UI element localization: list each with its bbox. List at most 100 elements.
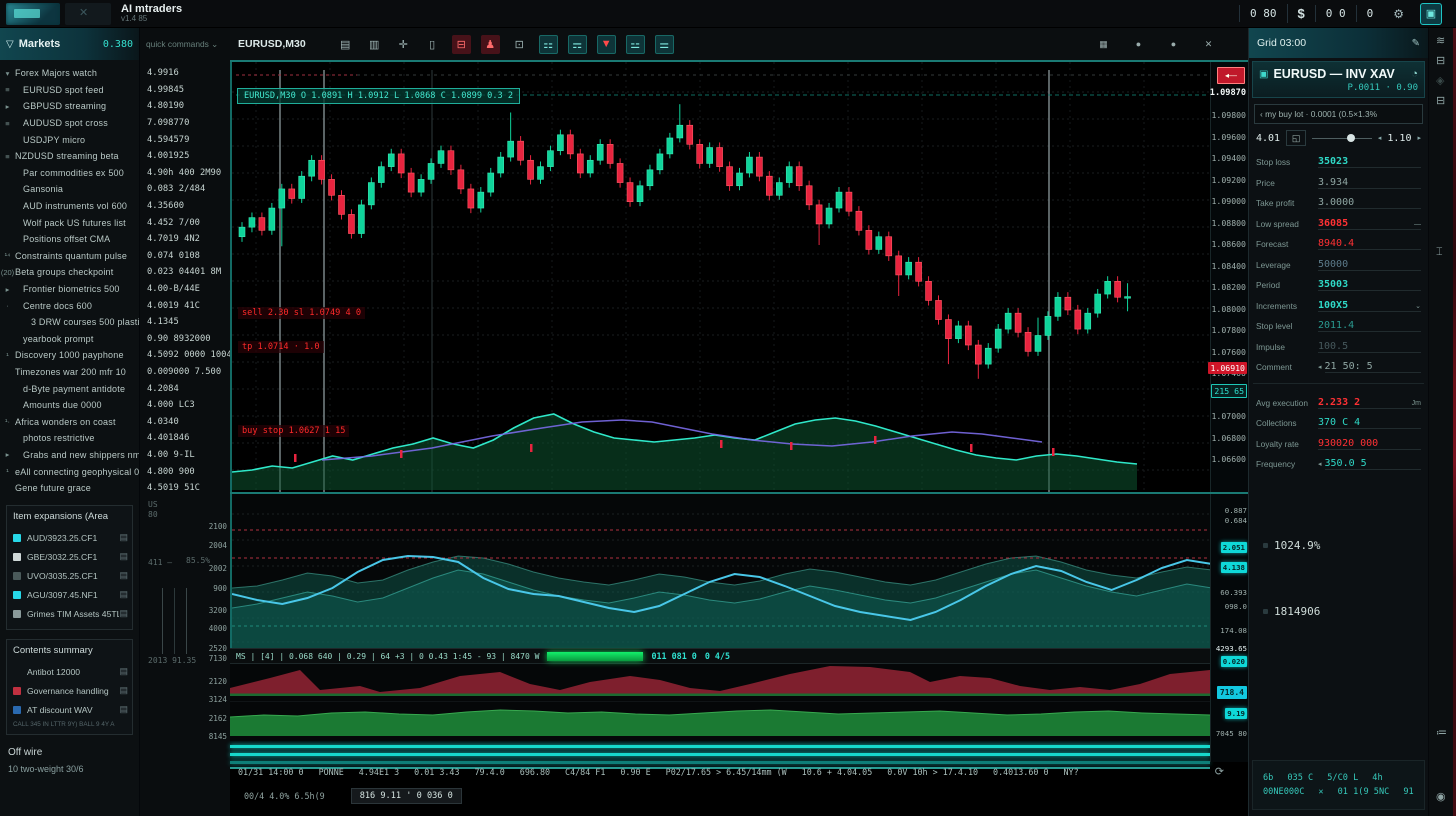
sidebar-header[interactable]: ▽ Markets 0.380 — [0, 28, 139, 60]
symbol-row[interactable]: ·Centre docs 600 — [0, 297, 139, 314]
close-icon[interactable]: ✕ — [1199, 35, 1218, 54]
position-item[interactable]: Antibot 12000▤ — [13, 662, 128, 681]
layers-icon[interactable]: ≋ — [1436, 34, 1445, 47]
minimize-icon[interactable]: ● — [1129, 35, 1148, 54]
objects-icon[interactable]: ⚍ — [626, 35, 645, 54]
panel-toggle-button[interactable]: ▣ — [1420, 3, 1442, 25]
position-item[interactable]: Governance handling▤ — [13, 681, 128, 700]
trade-alert-icon[interactable]: ♟ — [481, 35, 500, 54]
order-field-row[interactable]: Frequency◂350.0 5 — [1256, 454, 1421, 475]
alerts-icon[interactable]: ▼ — [597, 35, 616, 54]
position-item[interactable]: Grimes TIM Assets 45TL▤ — [13, 604, 128, 623]
new-order-icon[interactable]: ▯ — [423, 35, 442, 54]
symbol-row[interactable]: photos restrictive — [0, 430, 139, 447]
order-comment-input[interactable]: ‹ my buy lot · 0.0001 (0.5×1.3% — [1254, 104, 1423, 124]
order-field-row[interactable]: Low spread36085— — [1256, 214, 1421, 235]
symbol-row[interactable]: ¹⁴Constraints quantum pulse — [0, 248, 139, 265]
order-field-row[interactable]: Increments100X5⌄ — [1256, 296, 1421, 317]
order-field-row[interactable]: Comment◂21 50: 5 — [1256, 357, 1421, 378]
volume-delta-panel[interactable] — [230, 664, 1210, 696]
order-field-row[interactable]: Impulse100.5 — [1256, 337, 1421, 358]
print-icon[interactable]: ▤ — [119, 532, 128, 543]
order-field-row[interactable]: Collections370 C 4 — [1256, 413, 1421, 434]
symbol-row[interactable]: ¹Discovery 1000 payphone — [0, 347, 139, 364]
main-chart[interactable]: EURUSD,M30 O 1.0891 H 1.0912 L 1.0868 C … — [230, 60, 1248, 492]
symbol-row[interactable]: Gene future grace — [0, 480, 139, 497]
print-icon[interactable]: ▤ — [119, 608, 128, 619]
print-icon[interactable]: ▤ — [119, 589, 128, 600]
crosshair-icon[interactable]: ✛ — [394, 35, 413, 54]
values-column-header[interactable]: quick commands ⌄ — [140, 28, 230, 60]
collapse-arrow-icon[interactable]: ◂ — [1318, 363, 1322, 371]
order-level-label[interactable]: tp 1.0714 · 1.0 — [238, 341, 324, 353]
indicators-icon[interactable]: ⚏ — [539, 35, 558, 54]
order-field-row[interactable]: Take profit3.0000 — [1256, 193, 1421, 214]
order-field-row[interactable]: Loyalty rate930020 000 — [1256, 434, 1421, 455]
position-item[interactable]: GBE/3032.25.CF1▤ — [13, 547, 128, 566]
position-item[interactable]: AGU/3097.45.NF1▤ — [13, 585, 128, 604]
print-icon[interactable]: ▤ — [119, 666, 128, 677]
status-chip-selected[interactable]: 816 9.11 ' 0 036 0 — [351, 788, 462, 804]
position-item[interactable]: AUD/3923.25.CF1▤ — [13, 528, 128, 547]
dock-bottom-icon[interactable]: ⊟ — [1436, 94, 1445, 107]
position-item[interactable]: UVO/3035.25.CF1▤ — [13, 566, 128, 585]
symbol-row[interactable]: ≡EURUSD spot feed — [0, 82, 139, 99]
layout-icon[interactable]: ▤ — [336, 35, 355, 54]
order-field-row[interactable]: Stop level2011.4 — [1256, 316, 1421, 337]
symbol-row[interactable]: Amounts due 0000 — [0, 397, 139, 414]
order-field-row[interactable]: Stop loss35023 — [1256, 152, 1421, 173]
symbol-row[interactable]: Positions offset CMA — [0, 231, 139, 248]
symbol-row[interactable]: ▸Frontier biometrics 500 — [0, 281, 139, 298]
candlestick-plot[interactable] — [230, 62, 1210, 494]
order-level-label[interactable]: buy stop 1.0627 1 15 — [238, 425, 349, 437]
window-icon[interactable]: ⊡ — [510, 35, 529, 54]
list-tool-icon[interactable]: ≔ — [1436, 726, 1447, 739]
symbol-row[interactable]: ¹eAll connecting geophysical 0 — [0, 463, 139, 480]
print-icon[interactable]: ▤ — [119, 685, 128, 696]
symbol-row[interactable]: ▸GBPUSD streaming — [0, 98, 139, 115]
symbol-row[interactable]: ¹·Africa wonders on coast — [0, 413, 139, 430]
symbol-info-icon[interactable]: ◔ — [1411, 68, 1418, 80]
collapse-arrow-icon[interactable]: ◂ — [1318, 460, 1322, 468]
record-icon[interactable]: ◉ — [1436, 790, 1446, 803]
print-icon[interactable]: ▤ — [119, 570, 128, 581]
order-level-label[interactable]: sell 2.30 sl 1.0749 4 0 — [238, 307, 365, 319]
symbol-row[interactable]: Timezones war 200 mfr 10 — [0, 364, 139, 381]
cursor-tool-icon[interactable]: ⌶ — [1436, 246, 1443, 259]
diamond-icon[interactable]: ◈ — [1436, 74, 1444, 87]
symbol-row[interactable]: ▸Grabs and new shippers nm — [0, 447, 139, 464]
position-item[interactable]: AT discount WAV▤ — [13, 700, 128, 719]
symbol-row[interactable]: Wolf pack US futures list — [0, 214, 139, 231]
symbol-row[interactable]: ≡NZDUSD streaming beta — [0, 148, 139, 165]
alert-price-tag[interactable]: ◂— — [1217, 67, 1245, 84]
oscillator-panel[interactable] — [230, 494, 1210, 648]
order-field-row[interactable]: Price3.934 — [1256, 173, 1421, 194]
symbol-row[interactable]: AUD instruments vol 600 — [0, 198, 139, 215]
order-field-row[interactable]: Forecast8940.4 — [1256, 234, 1421, 255]
edit-icon[interactable]: ✎ — [1412, 38, 1420, 49]
symbol-row[interactable]: ▾Forex Majors watch — [0, 65, 139, 82]
sell-panel-icon[interactable]: ⊟ — [452, 35, 471, 54]
symbol-row[interactable]: USDJPY micro — [0, 131, 139, 148]
dock-top-icon[interactable]: ⊟ — [1436, 54, 1445, 67]
gear-icon[interactable]: ⚙ — [1383, 7, 1414, 21]
grid-icon[interactable]: ▥ — [365, 35, 384, 54]
price-axis[interactable]: ◂— 1.098701.098001.096001.094001.092001.… — [1210, 62, 1248, 494]
order-field-row[interactable]: Avg execution2.233 2Jm — [1256, 393, 1421, 414]
symbol-row[interactable]: yearbook prompt — [0, 331, 139, 348]
volume-slider[interactable] — [1312, 138, 1372, 139]
history-icon[interactable]: ⚌ — [655, 35, 674, 54]
slider-handle[interactable] — [1347, 134, 1355, 142]
order-field-row[interactable]: Leverage50000 — [1256, 255, 1421, 276]
chevron-right-icon[interactable]: ▸ — [1417, 134, 1421, 142]
order-field-row[interactable]: Period35003 — [1256, 275, 1421, 296]
symbol-row[interactable]: 3 DRW courses 500 plastic — [0, 314, 139, 331]
volume-mode-button[interactable]: ◱ — [1286, 130, 1306, 146]
refresh-icon[interactable]: ⟳ — [1215, 765, 1224, 778]
restore-icon[interactable]: ▦ — [1094, 35, 1113, 54]
symbol-row[interactable]: (20)Beta groups checkpoint — [0, 264, 139, 281]
symbol-row[interactable]: d-Byte payment antidote — [0, 380, 139, 397]
print-icon[interactable]: ▤ — [119, 704, 128, 715]
symbol-row[interactable]: Par commodities ex 500 — [0, 165, 139, 182]
symbol-row[interactable]: Gansonia — [0, 181, 139, 198]
